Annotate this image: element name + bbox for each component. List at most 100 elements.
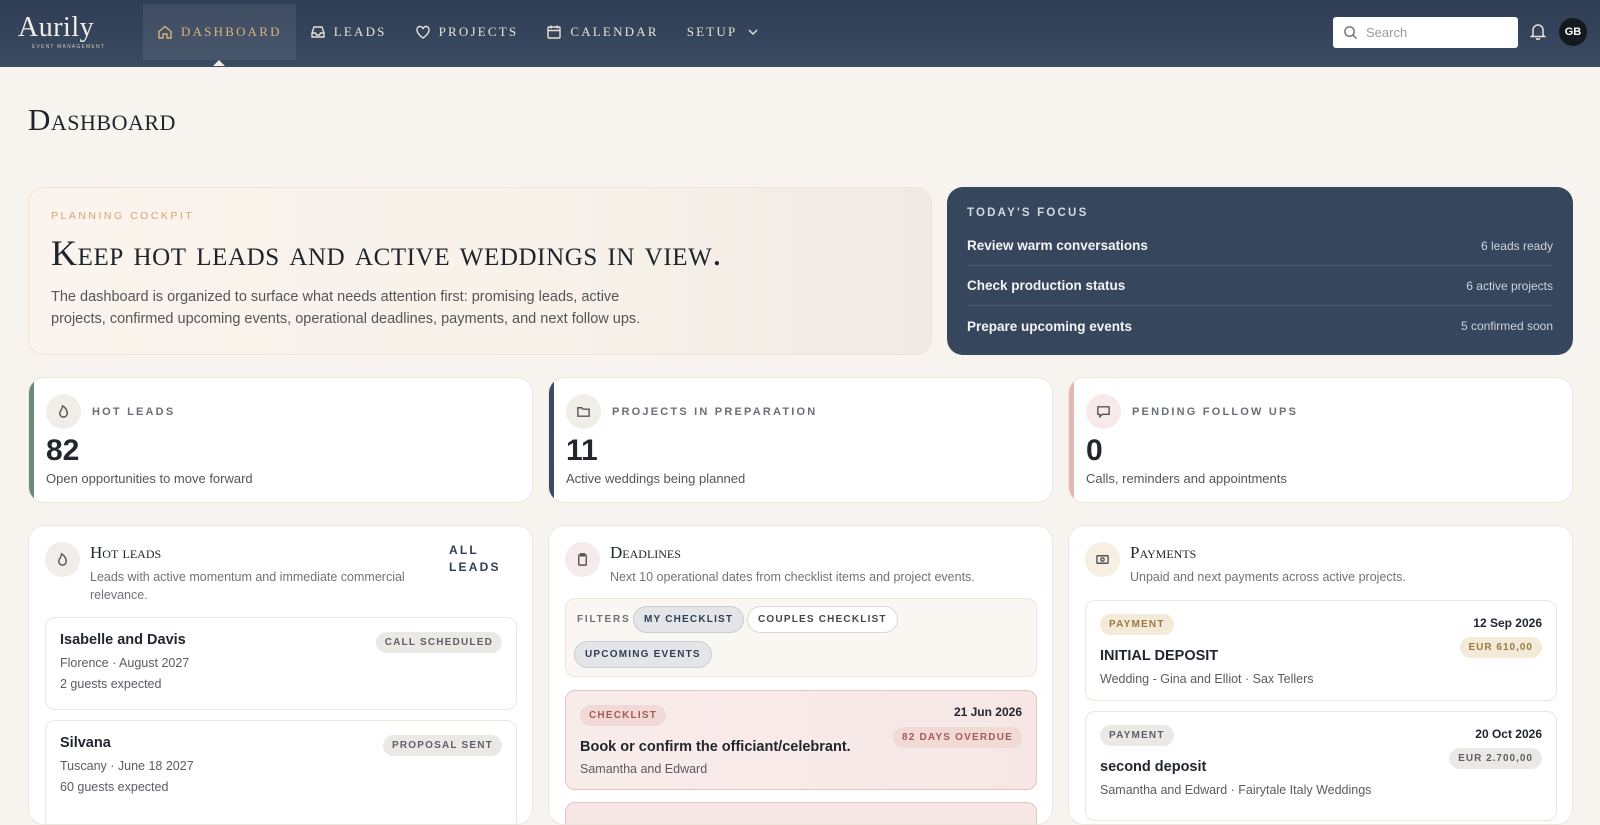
filters-label: Filters xyxy=(577,614,631,625)
deadline-filters: Filters My checklist Couples checklist U… xyxy=(565,598,1037,677)
inbox-icon xyxy=(311,26,325,38)
top-navigation-bar: Aurily EVENT MANAGEMENT Dashboard Leads … xyxy=(0,0,1600,67)
payment-date: 12 Sep 2026 xyxy=(1473,616,1542,630)
all-leads-label-line1: All xyxy=(449,543,479,557)
panel-subtitle: Leads with active momentum and immediate… xyxy=(90,570,405,602)
stat-subtitle: Open opportunities to move forward xyxy=(46,471,253,486)
nav-dashboard[interactable]: Dashboard xyxy=(143,4,296,66)
nav-label: Setup xyxy=(686,24,738,39)
lead-guests: 2 guests expected xyxy=(60,677,162,691)
stat-card-follow-ups[interactable]: Pending follow ups 0 Calls, reminders an… xyxy=(1068,377,1573,503)
payment-project: Samantha and Edward · Fairytale Italy We… xyxy=(1100,783,1372,797)
focus-row-title: Prepare upcoming events xyxy=(967,318,1133,334)
focus-row-meta: 5 confirmed soon xyxy=(1460,319,1553,333)
logo-text: Aurily xyxy=(18,12,95,43)
deadline-item[interactable]: Checklist 21 Jun 2026 82 days overdue Bo… xyxy=(565,690,1037,790)
lead-card[interactable]: Silvana Tuscany · June 18 2027 60 guests… xyxy=(45,720,517,824)
deadlines-panel: Deadlines Next 10 operational dates from… xyxy=(548,525,1053,825)
panel-title: Hot leads xyxy=(90,543,162,562)
focus-row-title: Check production status xyxy=(967,278,1126,293)
nav-label: Projects xyxy=(438,24,519,39)
nav-label: Leads xyxy=(333,24,387,39)
nav-projects[interactable]: Projects xyxy=(401,4,533,60)
todays-focus-card: Today's focus Review warm conversations … xyxy=(947,187,1573,355)
filter-upcoming-events[interactable]: Upcoming events xyxy=(574,641,712,668)
stat-label: Projects in preparation xyxy=(612,405,818,418)
hero-eyebrow: Planning cockpit xyxy=(51,210,195,222)
cash-icon xyxy=(1085,542,1120,577)
flame-icon xyxy=(45,542,80,577)
nav-label: Dashboard xyxy=(181,24,282,39)
payment-date: 20 Oct 2026 xyxy=(1475,727,1542,741)
focus-row-meta: 6 leads ready xyxy=(1480,238,1553,253)
home-icon xyxy=(158,25,172,39)
nav-leads[interactable]: Leads xyxy=(296,4,401,60)
payment-amount: EUR 2.700,00 xyxy=(1449,748,1542,769)
filter-couples-checklist[interactable]: Couples checklist xyxy=(747,606,898,633)
lead-location-date: Tuscany · June 18 2027 xyxy=(60,759,194,773)
app-logo[interactable]: Aurily EVENT MANAGEMENT xyxy=(18,12,104,51)
deadline-couple: Samantha and Edward xyxy=(580,762,708,776)
focus-row-meta: 6 active projects xyxy=(1466,278,1553,293)
panel-title: Deadlines xyxy=(610,543,681,562)
main-nav: Dashboard Leads Projects Calendar Setup xyxy=(143,4,776,66)
bell-icon xyxy=(1529,24,1547,41)
nav-setup[interactable]: Setup xyxy=(673,4,776,60)
hero-description: The dashboard is organized to surface wh… xyxy=(51,289,641,327)
user-avatar[interactable]: GB xyxy=(1559,18,1587,46)
focus-row[interactable]: Prepare upcoming events 5 confirmed soon xyxy=(967,306,1553,346)
lead-location-date: Florence · August 2027 xyxy=(60,656,190,670)
deadline-date: 21 Jun 2026 xyxy=(953,705,1022,719)
stat-label: Hot leads xyxy=(92,405,176,418)
panel-subtitle: Next 10 operational dates from checklist… xyxy=(610,570,975,584)
lead-status-badge: Call scheduled xyxy=(375,632,502,653)
stat-label: Pending follow ups xyxy=(1132,405,1299,418)
page-title: Dashboard xyxy=(28,102,176,137)
folder-icon xyxy=(566,394,601,429)
nav-label: Calendar xyxy=(570,24,659,39)
chevron-down-icon xyxy=(748,29,758,35)
focus-label: Today's focus xyxy=(967,207,1089,219)
stat-card-hot-leads[interactable]: Hot leads 82 Open opportunities to move … xyxy=(28,377,533,503)
payment-type-badge: Payment xyxy=(1100,725,1174,746)
overdue-badge: 82 days overdue xyxy=(893,727,1022,748)
payment-project: Wedding - Gina and Elliot · Sax Tellers xyxy=(1100,672,1314,686)
stat-subtitle: Active weddings being planned xyxy=(566,471,746,486)
stat-subtitle: Calls, reminders and appointments xyxy=(1086,471,1287,486)
focus-row[interactable]: Check production status 6 active project… xyxy=(967,266,1553,306)
deadline-type-badge: Checklist xyxy=(580,705,667,726)
lead-status-badge: Proposal sent xyxy=(383,735,502,756)
stat-card-projects[interactable]: Projects in preparation 11 Active weddin… xyxy=(548,377,1053,503)
deadline-item[interactable] xyxy=(565,802,1037,824)
search-icon xyxy=(1344,26,1358,40)
focus-row-title: Review warm conversations xyxy=(967,238,1148,253)
filter-my-checklist[interactable]: My checklist xyxy=(633,606,745,633)
lead-guests: 60 guests expected xyxy=(60,780,169,794)
stat-value: 11 xyxy=(566,434,598,467)
clipboard-icon xyxy=(565,542,600,577)
heart-icon xyxy=(415,25,430,39)
chat-icon xyxy=(1086,394,1121,429)
all-leads-label-line2: leads xyxy=(449,560,501,574)
payment-amount: EUR 610,00 xyxy=(1459,637,1542,658)
focus-row[interactable]: Review warm conversations 6 leads ready xyxy=(967,226,1553,266)
hot-leads-panel: Hot leads Leads with active momentum and… xyxy=(28,525,533,825)
stat-value: 0 xyxy=(1086,434,1103,467)
nav-calendar[interactable]: Calendar xyxy=(532,4,672,60)
search-input[interactable] xyxy=(1366,25,1506,40)
lead-card[interactable]: Isabelle and Davis Florence · August 202… xyxy=(45,617,517,710)
notifications-button[interactable] xyxy=(1529,22,1549,42)
all-leads-link[interactable]: All leads xyxy=(449,542,501,576)
payments-panel: Payments Unpaid and next payments across… xyxy=(1068,525,1573,825)
payment-type-badge: Payment xyxy=(1100,614,1174,635)
search-box[interactable] xyxy=(1333,17,1518,48)
panel-subtitle: Unpaid and next payments across active p… xyxy=(1130,570,1406,584)
planning-cockpit-card: Planning cockpit Keep hot leads and acti… xyxy=(28,187,932,355)
hero-title: Keep hot leads and active weddings in vi… xyxy=(51,233,722,273)
logo-subtitle: EVENT MANAGEMENT xyxy=(32,44,106,50)
payment-item[interactable]: Payment 12 Sep 2026 EUR 610,00 INITIAL D… xyxy=(1085,600,1557,701)
flame-icon xyxy=(46,394,81,429)
stat-value: 82 xyxy=(46,434,80,467)
calendar-icon xyxy=(547,25,562,39)
panel-title: Payments xyxy=(1130,543,1197,562)
